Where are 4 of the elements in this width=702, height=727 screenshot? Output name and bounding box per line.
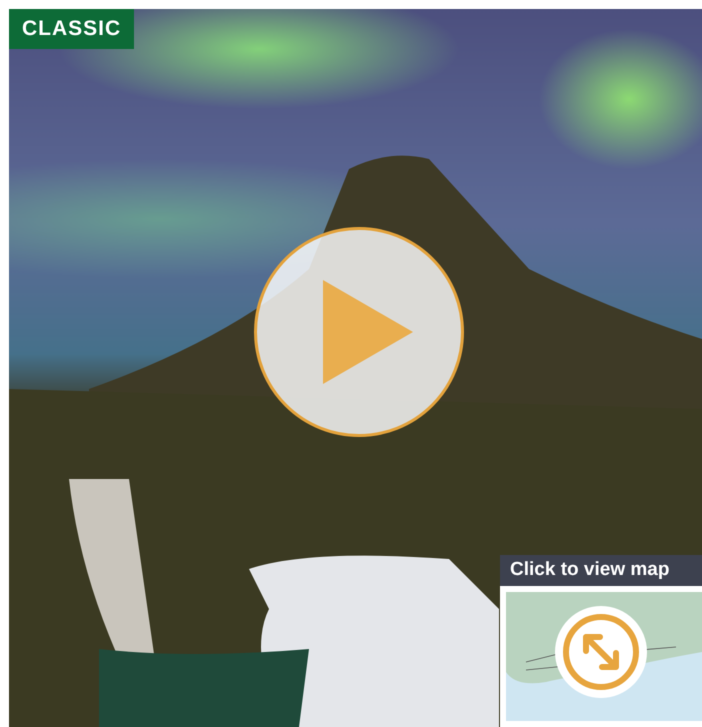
badge: CLASSIC [9, 9, 134, 49]
play-icon [323, 280, 413, 384]
map-preview-button[interactable]: Click to view map [500, 555, 702, 727]
expand-icon [562, 613, 640, 691]
